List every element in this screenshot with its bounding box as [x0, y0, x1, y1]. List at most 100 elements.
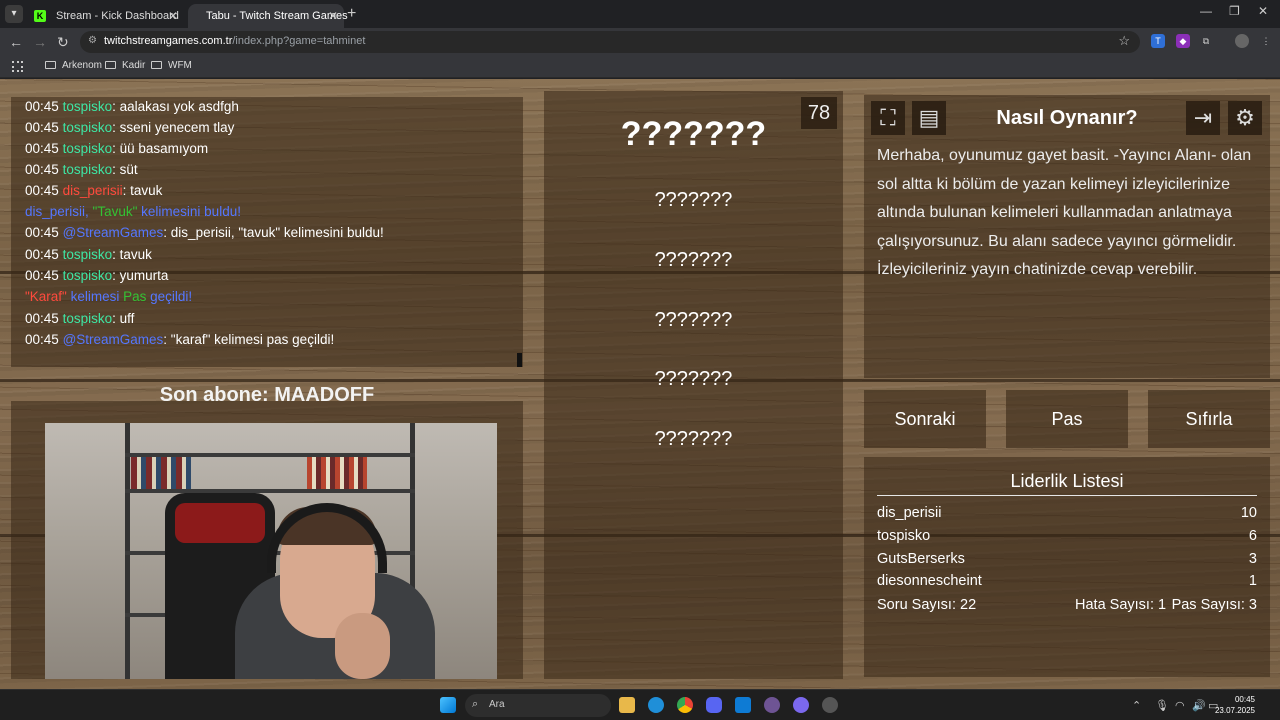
minimize-icon[interactable]: —	[1200, 4, 1212, 18]
streamer-area-panel	[11, 401, 523, 679]
pass-count: Pas Sayısı: 3	[1171, 597, 1257, 613]
leaderboard-row: tospisko 6	[877, 528, 1257, 544]
chat-scrollbar[interactable]	[517, 353, 522, 367]
volume-icon[interactable]: 🔊	[1192, 699, 1206, 712]
tab-title: Stream - Kick Dashboard	[56, 10, 179, 22]
search-icon: ⌕	[472, 698, 479, 710]
translate-extension-icon[interactable]: T	[1151, 34, 1165, 48]
document-icon[interactable]: ▤	[912, 101, 946, 135]
leaderboard-panel: Liderlik Listesi dis_perisii 10 tospisko 6…	[864, 457, 1270, 677]
start-icon[interactable]	[440, 697, 456, 713]
leaderboard-title: Liderlik Listesi	[1010, 471, 1124, 491]
close-window-icon[interactable]: ✕	[1258, 4, 1268, 18]
leaderboard-row: diesonnescheint 1	[877, 573, 1257, 589]
chat-message: 00:45 tospisko: tavuk	[25, 247, 152, 262]
browser-toolbar: ← → ↻ ⚙ twitchstreamgames.com.tr/index.p…	[0, 28, 1280, 56]
leaderboard-row: GutsBerserks 3	[877, 551, 1257, 567]
chat-panel: 00:45 tospisko: aalakası yok asdfgh 00:4…	[11, 97, 523, 367]
chat-message: 00:45 tospisko: üü basamıyom	[25, 141, 209, 156]
extension-icon[interactable]: ◆	[1176, 34, 1190, 48]
discord-icon[interactable]	[706, 697, 722, 713]
chat-message: 00:45 tospisko: süt	[25, 162, 138, 177]
bookmark-wfm[interactable]: WFM	[151, 60, 192, 71]
chat-system-message: "Karaf" kelimesi Pas geçildi!	[25, 289, 193, 304]
taskbar-search[interactable]: ⌕ Ara	[465, 694, 611, 717]
restore-icon[interactable]: ❐	[1229, 4, 1240, 18]
address-bar[interactable]: ⚙ twitchstreamgames.com.tr/index.php?gam…	[80, 31, 1140, 53]
gear-icon[interactable]: ⚙	[1228, 101, 1262, 135]
file-explorer-icon[interactable]	[619, 697, 635, 713]
profile-avatar[interactable]	[1235, 34, 1249, 48]
extensions-puzzle-icon[interactable]: ⧉	[1199, 34, 1213, 48]
vscode-icon[interactable]	[735, 697, 751, 713]
headset	[267, 503, 387, 573]
windows-taskbar: ⌕ Ara ⌃ 🎙 ◠ 🔊 ▭ 00:45 23.07.2025	[0, 689, 1280, 720]
back-icon[interactable]: ←	[9, 33, 23, 51]
url-text: twitchstreamgames.com.tr/index.php?game=…	[104, 35, 366, 47]
obs-icon[interactable]	[822, 697, 838, 713]
how-to-play-text: Merhaba, oyunumuz gayet basit. -Yayıncı …	[877, 147, 1252, 278]
new-tab-button[interactable]: +	[347, 4, 356, 24]
forbidden-word: ???????	[654, 368, 733, 390]
forbidden-word: ???????	[654, 428, 733, 450]
chat-message: 00:45 tospisko: sseni yenecem tlay	[25, 120, 235, 135]
github-icon[interactable]	[764, 697, 780, 713]
next-button[interactable]: Sonraki	[864, 390, 986, 448]
chat-message: 00:45 tospisko: yumurta	[25, 268, 169, 283]
shelf	[125, 489, 415, 493]
forbidden-word: ???????	[654, 309, 733, 331]
folder-icon	[105, 61, 116, 69]
forbidden-word: ???????	[654, 189, 733, 211]
chrome-icon[interactable]	[677, 697, 693, 713]
target-word: ???????	[620, 115, 767, 153]
tab-bar: ▾ K Stream - Kick Dashboard ✕ Tabu - Twi…	[0, 0, 1280, 28]
bookmarks-bar: Arkenom Kadir WFM	[0, 56, 1280, 78]
bookmark-arkenom[interactable]: Arkenom	[45, 60, 102, 71]
edge-icon[interactable]	[648, 697, 664, 713]
how-to-play-title: Nasıl Oynanır?	[996, 107, 1138, 129]
tab-title: Tabu - Twitch Stream Games	[206, 10, 348, 22]
question-count: Soru Sayısı: 22	[877, 597, 977, 613]
wifi-icon[interactable]: ◠	[1175, 699, 1185, 712]
folder-icon	[45, 61, 56, 69]
game-page: 00:45 tospisko: aalakası yok asdfgh 00:4…	[0, 79, 1280, 689]
site-info-icon[interactable]: ⚙	[88, 35, 97, 46]
forbidden-word: ???????	[654, 249, 733, 271]
reset-button[interactable]: Sıfırla	[1148, 390, 1270, 448]
fullscreen-icon[interactable]: ⛶	[871, 101, 905, 135]
forward-icon[interactable]: →	[33, 33, 47, 51]
tab-search-icon[interactable]: ▾	[5, 5, 23, 23]
chat-system-message: dis_perisii, "Tavuk" kelimesini buldu!	[25, 204, 241, 219]
system-clock[interactable]: 00:45 23.07.2025	[1215, 694, 1255, 716]
leaderboard-divider	[877, 495, 1257, 496]
how-to-play-panel: ⛶ ▤ Nasıl Oynanır? ⇥ ⚙ Merhaba, oyunumuz…	[864, 95, 1270, 378]
chat-message: 00:45 tospisko: aalakası yok asdfgh	[25, 99, 239, 114]
close-tab-icon[interactable]: ✕	[168, 4, 178, 28]
bookmark-kadir[interactable]: Kadir	[105, 60, 145, 71]
leaderboard-row: dis_perisii 10	[877, 505, 1257, 521]
pass-button[interactable]: Pas	[1006, 390, 1128, 448]
chevron-up-icon[interactable]: ⌃	[1132, 699, 1141, 712]
tab-tabu-game[interactable]: Tabu - Twitch Stream Games ✕	[188, 4, 348, 28]
microphone-icon[interactable]: 🎙	[1155, 699, 1169, 712]
gaming-chair-accent	[175, 503, 265, 543]
books	[307, 457, 367, 489]
folder-icon	[151, 61, 162, 69]
chat-message: 00:45 @StreamGames: "karaf" kelimesi pas…	[25, 332, 335, 347]
chat-message: 00:45 @StreamGames: dis_perisii, "tavuk"…	[25, 225, 384, 240]
close-tab-icon[interactable]: ✕	[328, 4, 338, 28]
chat-message: 00:45 tospisko: uff	[25, 311, 135, 326]
kick-favicon-icon: K	[34, 10, 46, 22]
game-stats: Soru Sayısı: 22 Hata Sayısı: 1 Pas Sayıs…	[877, 597, 1257, 613]
star-icon[interactable]: ☆	[1118, 33, 1130, 49]
tab-kick-dashboard[interactable]: K Stream - Kick Dashboard ✕	[26, 4, 184, 28]
app-icon[interactable]	[793, 697, 809, 713]
reload-icon[interactable]: ↻	[57, 33, 69, 51]
logout-icon[interactable]: ⇥	[1186, 101, 1220, 135]
streamer-hand	[335, 613, 390, 679]
webcam-feed	[45, 423, 497, 679]
menu-icon[interactable]: ⋮	[1259, 34, 1273, 48]
books	[131, 457, 191, 489]
apps-grid-icon[interactable]	[12, 61, 23, 72]
word-card-panel: 78 ??????? ??????? ??????? ??????? ?????…	[544, 91, 843, 679]
